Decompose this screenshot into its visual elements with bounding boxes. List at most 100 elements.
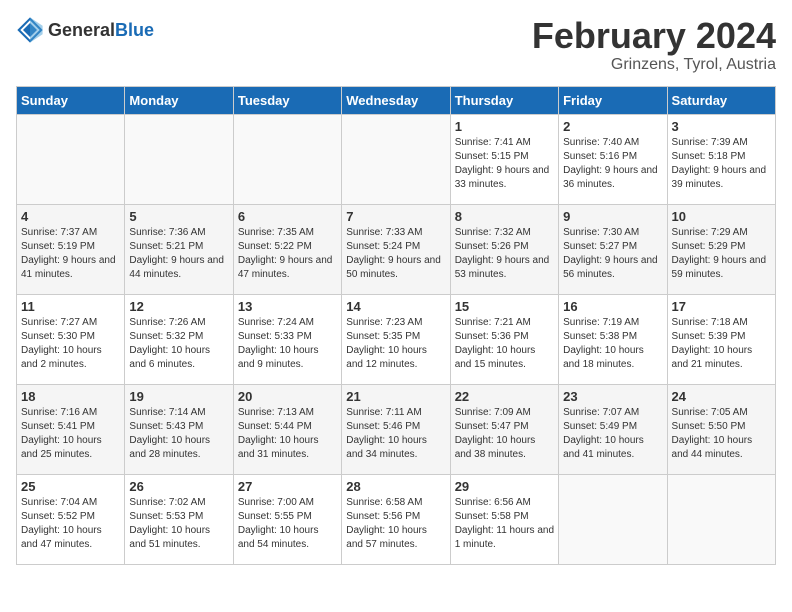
day-number: 8 [455, 209, 554, 224]
calendar-cell: 2 Sunrise: 7:40 AMSunset: 5:16 PMDaylight… [559, 114, 667, 204]
calendar-cell: 23Sunrise: 7:07 AMSunset: 5:49 PMDayligh… [559, 384, 667, 474]
calendar-cell: 25 Sunrise: 7:04 AMSunset: 5:52 PMDayligh… [17, 474, 125, 564]
day-number: 7 [346, 209, 445, 224]
day-number: 24 [672, 389, 771, 404]
day-number: 1 [455, 119, 554, 134]
day-number: 15 [455, 299, 554, 314]
day-info: Sunrise: 6:58 AMSunset: 5:56 PMDaylight:… [346, 496, 445, 552]
logo-general: General [48, 20, 115, 40]
calendar-title: February 2024 [532, 16, 776, 56]
calendar-cell: 9Sunrise: 7:30 AMSunset: 5:27 PMDaylight… [559, 204, 667, 294]
calendar-cell: 4 Sunrise: 7:37 AMSunset: 5:19 PMDaylight… [17, 204, 125, 294]
day-info: Sunrise: 7:07 AMSunset: 5:49 PMDaylight:… [563, 406, 662, 462]
day-info: Sunrise: 7:04 AMSunset: 5:52 PMDaylight:… [21, 496, 120, 552]
day-info: Sunrise: 7:32 AMSunset: 5:26 PMDaylight:… [455, 226, 554, 282]
day-info: Sunrise: 7:05 AMSunset: 5:50 PMDaylight:… [672, 406, 771, 462]
calendar-cell: 24 Sunrise: 7:05 AMSunset: 5:50 PMDayligh… [667, 384, 775, 474]
day-info: Sunrise: 7:27 AMSunset: 5:30 PMDaylight:… [21, 316, 120, 372]
calendar-cell: 28 Sunrise: 6:58 AMSunset: 5:56 PMDayligh… [342, 474, 450, 564]
day-info: Sunrise: 7:21 AMSunset: 5:36 PMDaylight:… [455, 316, 554, 372]
calendar-cell: 5 Sunrise: 7:36 AMSunset: 5:21 PMDaylight… [125, 204, 233, 294]
calendar-cell: 27 Sunrise: 7:00 AMSunset: 5:55 PMDayligh… [233, 474, 341, 564]
day-number: 25 [21, 479, 120, 494]
day-number: 13 [238, 299, 337, 314]
day-info: Sunrise: 7:37 AMSunset: 5:19 PMDaylight:… [21, 226, 120, 282]
day-info: Sunrise: 7:13 AMSunset: 5:44 PMDaylight:… [238, 406, 337, 462]
day-number: 27 [238, 479, 337, 494]
calendar-cell: 14 Sunrise: 7:23 AMSunset: 5:35 PMDayligh… [342, 294, 450, 384]
calendar-week-3: 11 Sunrise: 7:27 AMSunset: 5:30 PMDayligh… [17, 294, 776, 384]
day-info: Sunrise: 7:23 AMSunset: 5:35 PMDaylight:… [346, 316, 445, 372]
day-info: Sunrise: 7:29 AMSunset: 5:29 PMDaylight:… [672, 226, 771, 282]
calendar-subtitle: Grinzens, Tyrol, Austria [532, 56, 776, 74]
calendar-cell [342, 114, 450, 204]
day-number: 26 [129, 479, 228, 494]
day-info: Sunrise: 7:40 AMSunset: 5:16 PMDaylight:… [563, 136, 662, 192]
calendar-cell: 29 Sunrise: 6:56 AMSunset: 5:58 PMDayligh… [450, 474, 558, 564]
day-number: 16 [563, 299, 662, 314]
day-info: Sunrise: 7:35 AMSunset: 5:22 PMDaylight:… [238, 226, 337, 282]
header-day-thursday: Thursday [450, 86, 558, 114]
day-number: 17 [672, 299, 771, 314]
day-number: 28 [346, 479, 445, 494]
day-number: 14 [346, 299, 445, 314]
header-day-saturday: Saturday [667, 86, 775, 114]
day-info: Sunrise: 7:36 AMSunset: 5:21 PMDaylight:… [129, 226, 228, 282]
calendar-cell: 16 Sunrise: 7:19 AMSunset: 5:38 PMDayligh… [559, 294, 667, 384]
logo-text: GeneralBlue [48, 20, 154, 41]
day-number: 19 [129, 389, 228, 404]
logo-icon [16, 16, 44, 44]
logo-blue: Blue [115, 20, 154, 40]
calendar-cell: 20 Sunrise: 7:13 AMSunset: 5:44 PMDayligh… [233, 384, 341, 474]
day-info: Sunrise: 7:18 AMSunset: 5:39 PMDaylight:… [672, 316, 771, 372]
logo: GeneralBlue [16, 16, 154, 44]
day-info: Sunrise: 7:11 AMSunset: 5:46 PMDaylight:… [346, 406, 445, 462]
day-info: Sunrise: 7:39 AMSunset: 5:18 PMDaylight:… [672, 136, 771, 192]
day-info: Sunrise: 7:33 AMSunset: 5:24 PMDaylight:… [346, 226, 445, 282]
calendar-week-2: 4 Sunrise: 7:37 AMSunset: 5:19 PMDaylight… [17, 204, 776, 294]
calendar-cell [17, 114, 125, 204]
calendar-cell: 21 Sunrise: 7:11 AMSunset: 5:46 PMDayligh… [342, 384, 450, 474]
day-number: 12 [129, 299, 228, 314]
calendar-cell: 11 Sunrise: 7:27 AMSunset: 5:30 PMDayligh… [17, 294, 125, 384]
header-day-tuesday: Tuesday [233, 86, 341, 114]
day-info: Sunrise: 7:19 AMSunset: 5:38 PMDaylight:… [563, 316, 662, 372]
calendar-cell: 8 Sunrise: 7:32 AMSunset: 5:26 PMDaylight… [450, 204, 558, 294]
calendar-cell: 13Sunrise: 7:24 AMSunset: 5:33 PMDayligh… [233, 294, 341, 384]
header: GeneralBlue February 2024 Grinzens, Tyro… [16, 16, 776, 74]
calendar-cell [233, 114, 341, 204]
calendar-cell: 17 Sunrise: 7:18 AMSunset: 5:39 PMDayligh… [667, 294, 775, 384]
header-day-monday: Monday [125, 86, 233, 114]
day-number: 5 [129, 209, 228, 224]
day-info: Sunrise: 6:56 AMSunset: 5:58 PMDaylight:… [455, 496, 554, 552]
calendar-cell [125, 114, 233, 204]
calendar-week-4: 18Sunrise: 7:16 AMSunset: 5:41 PMDayligh… [17, 384, 776, 474]
day-number: 11 [21, 299, 120, 314]
day-info: Sunrise: 7:41 AMSunset: 5:15 PMDaylight:… [455, 136, 554, 192]
day-info: Sunrise: 7:00 AMSunset: 5:55 PMDaylight:… [238, 496, 337, 552]
calendar-cell: 3 Sunrise: 7:39 AMSunset: 5:18 PMDaylight… [667, 114, 775, 204]
day-number: 3 [672, 119, 771, 134]
calendar-cell: 12 Sunrise: 7:26 AMSunset: 5:32 PMDayligh… [125, 294, 233, 384]
calendar-cell [667, 474, 775, 564]
calendar-cell [559, 474, 667, 564]
header-day-sunday: Sunday [17, 86, 125, 114]
day-number: 21 [346, 389, 445, 404]
calendar-cell: 15 Sunrise: 7:21 AMSunset: 5:36 PMDayligh… [450, 294, 558, 384]
day-info: Sunrise: 7:26 AMSunset: 5:32 PMDaylight:… [129, 316, 228, 372]
header-day-wednesday: Wednesday [342, 86, 450, 114]
day-number: 29 [455, 479, 554, 494]
calendar-header-row: SundayMondayTuesdayWednesdayThursdayFrid… [17, 86, 776, 114]
day-number: 4 [21, 209, 120, 224]
calendar-week-1: 1 Sunrise: 7:41 AMSunset: 5:15 PMDaylight… [17, 114, 776, 204]
day-number: 22 [455, 389, 554, 404]
calendar-table: SundayMondayTuesdayWednesdayThursdayFrid… [16, 86, 776, 565]
calendar-cell: 26Sunrise: 7:02 AMSunset: 5:53 PMDayligh… [125, 474, 233, 564]
calendar-cell: 6Sunrise: 7:35 AMSunset: 5:22 PMDaylight… [233, 204, 341, 294]
calendar-cell: 1 Sunrise: 7:41 AMSunset: 5:15 PMDaylight… [450, 114, 558, 204]
calendar-cell: 22Sunrise: 7:09 AMSunset: 5:47 PMDayligh… [450, 384, 558, 474]
day-number: 2 [563, 119, 662, 134]
day-number: 20 [238, 389, 337, 404]
calendar-cell: 10Sunrise: 7:29 AMSunset: 5:29 PMDayligh… [667, 204, 775, 294]
title-area: February 2024 Grinzens, Tyrol, Austria [532, 16, 776, 74]
